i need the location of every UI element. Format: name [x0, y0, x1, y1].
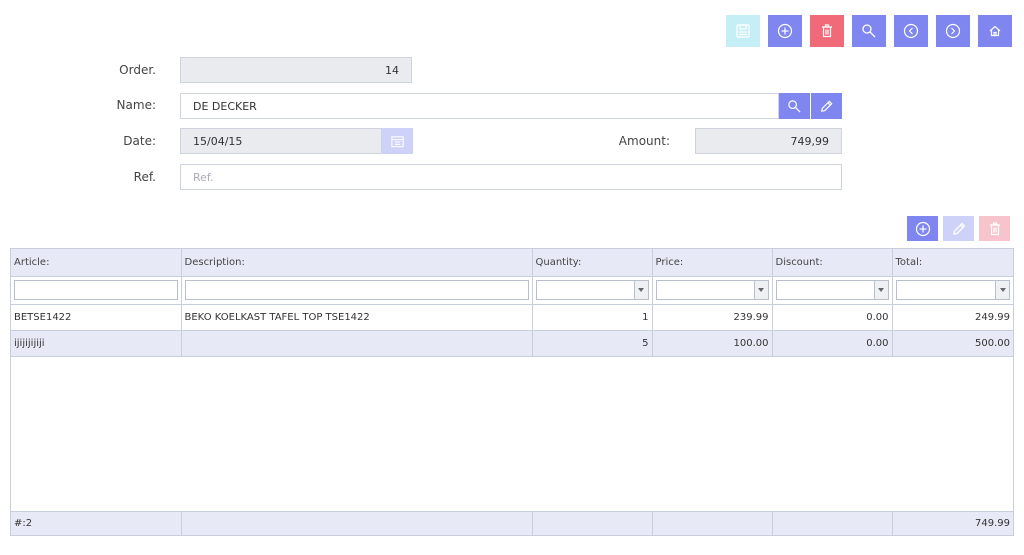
amount-value: 749,99 — [790, 134, 830, 148]
chevron-down-icon[interactable] — [633, 281, 648, 299]
name-search-button[interactable] — [779, 93, 810, 119]
column-header-article[interactable]: Article: — [11, 249, 182, 277]
main-toolbar — [726, 15, 1012, 47]
name-edit-button[interactable] — [811, 93, 842, 119]
cell-price: 239.99 — [652, 304, 773, 331]
cell-total: 500.00 — [892, 330, 1013, 357]
filter-discount-input[interactable] — [775, 280, 889, 300]
date-field[interactable]: 15/04/15 — [180, 128, 382, 154]
amount-field: 749,99 — [695, 128, 842, 154]
next-button[interactable] — [936, 15, 970, 47]
cell-discount: 0.00 — [772, 304, 893, 331]
amount-label: Amount: — [618, 134, 670, 148]
cell-quantity: 5 — [532, 330, 653, 357]
home-icon — [989, 25, 1001, 37]
grid-filter-row — [11, 276, 1013, 305]
cell-quantity: 1 — [532, 304, 653, 331]
column-header-quantity[interactable]: Quantity: — [532, 249, 653, 277]
chevron-down-icon[interactable] — [873, 281, 888, 299]
pencil-icon — [821, 99, 833, 112]
order-field: 14 — [180, 57, 412, 83]
cell-description: BEKO KOELKAST TAFEL TOP TSE1422 — [181, 304, 533, 331]
date-label: Date: — [123, 134, 156, 148]
grid-toolbar — [907, 216, 1010, 241]
column-header-total[interactable]: Total: — [892, 249, 1013, 277]
filter-quantity-input[interactable] — [535, 280, 649, 300]
ref-field[interactable] — [180, 164, 842, 190]
cell-total: 249.99 — [892, 304, 1013, 331]
cell-article: BETSE1422 — [11, 304, 182, 331]
trash-icon — [822, 24, 832, 38]
cell-description — [181, 330, 533, 357]
search-icon — [862, 24, 876, 38]
order-label: Order. — [119, 63, 156, 77]
chevron-right-circle-icon — [945, 23, 961, 39]
grid-delete-button[interactable] — [979, 216, 1010, 241]
table-row[interactable]: ijijijijiji 5 100.00 0.00 500.00 — [11, 330, 1013, 357]
search-icon — [788, 99, 801, 113]
cell-article: ijijijijiji — [11, 330, 182, 357]
grid-edit-button[interactable] — [943, 216, 974, 241]
save-icon — [736, 24, 750, 38]
search-button[interactable] — [852, 15, 886, 47]
chevron-left-circle-icon — [903, 23, 919, 39]
chevron-down-icon[interactable] — [995, 281, 1009, 299]
previous-button[interactable] — [894, 15, 928, 47]
chevron-down-icon[interactable] — [753, 281, 768, 299]
ref-input[interactable] — [193, 170, 829, 184]
calendar-icon — [391, 135, 404, 147]
ref-label: Ref. — [133, 170, 156, 184]
filter-price-input[interactable] — [655, 280, 769, 300]
date-picker-button[interactable] — [382, 128, 413, 154]
trash-icon — [989, 221, 1000, 235]
add-button[interactable] — [768, 15, 802, 47]
pencil-icon — [952, 222, 965, 235]
column-header-description[interactable]: Description: — [181, 249, 533, 277]
date-value: 15/04/15 — [193, 134, 243, 148]
filter-description-input[interactable] — [184, 280, 529, 300]
home-button[interactable] — [978, 15, 1012, 47]
grid-footer: #:2 749.99 — [11, 511, 1013, 535]
table-row[interactable]: BETSE1422 BEKO KOELKAST TAFEL TOP TSE142… — [11, 304, 1013, 331]
order-value: 14 — [385, 63, 399, 77]
grid-add-button[interactable] — [907, 216, 938, 241]
name-value: DE DECKER — [193, 99, 257, 113]
filter-article-input[interactable] — [14, 280, 178, 300]
column-header-discount[interactable]: Discount: — [772, 249, 893, 277]
grid-table: Article: Description: Quantity: Price: D… — [11, 249, 1013, 357]
plus-circle-icon — [915, 221, 930, 236]
footer-total: 749.99 — [892, 511, 1013, 535]
save-button[interactable] — [726, 15, 760, 47]
grid-header-row: Article: Description: Quantity: Price: D… — [11, 249, 1013, 277]
filter-total-input[interactable] — [895, 280, 1010, 300]
order-lines-grid: Article: Description: Quantity: Price: D… — [10, 248, 1014, 536]
footer-count: #:2 — [11, 511, 182, 535]
name-field[interactable]: DE DECKER — [180, 93, 779, 119]
delete-button[interactable] — [810, 15, 844, 47]
plus-circle-icon — [777, 23, 793, 39]
column-header-price[interactable]: Price: — [652, 249, 773, 277]
cell-price: 100.00 — [652, 330, 773, 357]
name-label: Name: — [116, 98, 156, 112]
cell-discount: 0.00 — [772, 330, 893, 357]
